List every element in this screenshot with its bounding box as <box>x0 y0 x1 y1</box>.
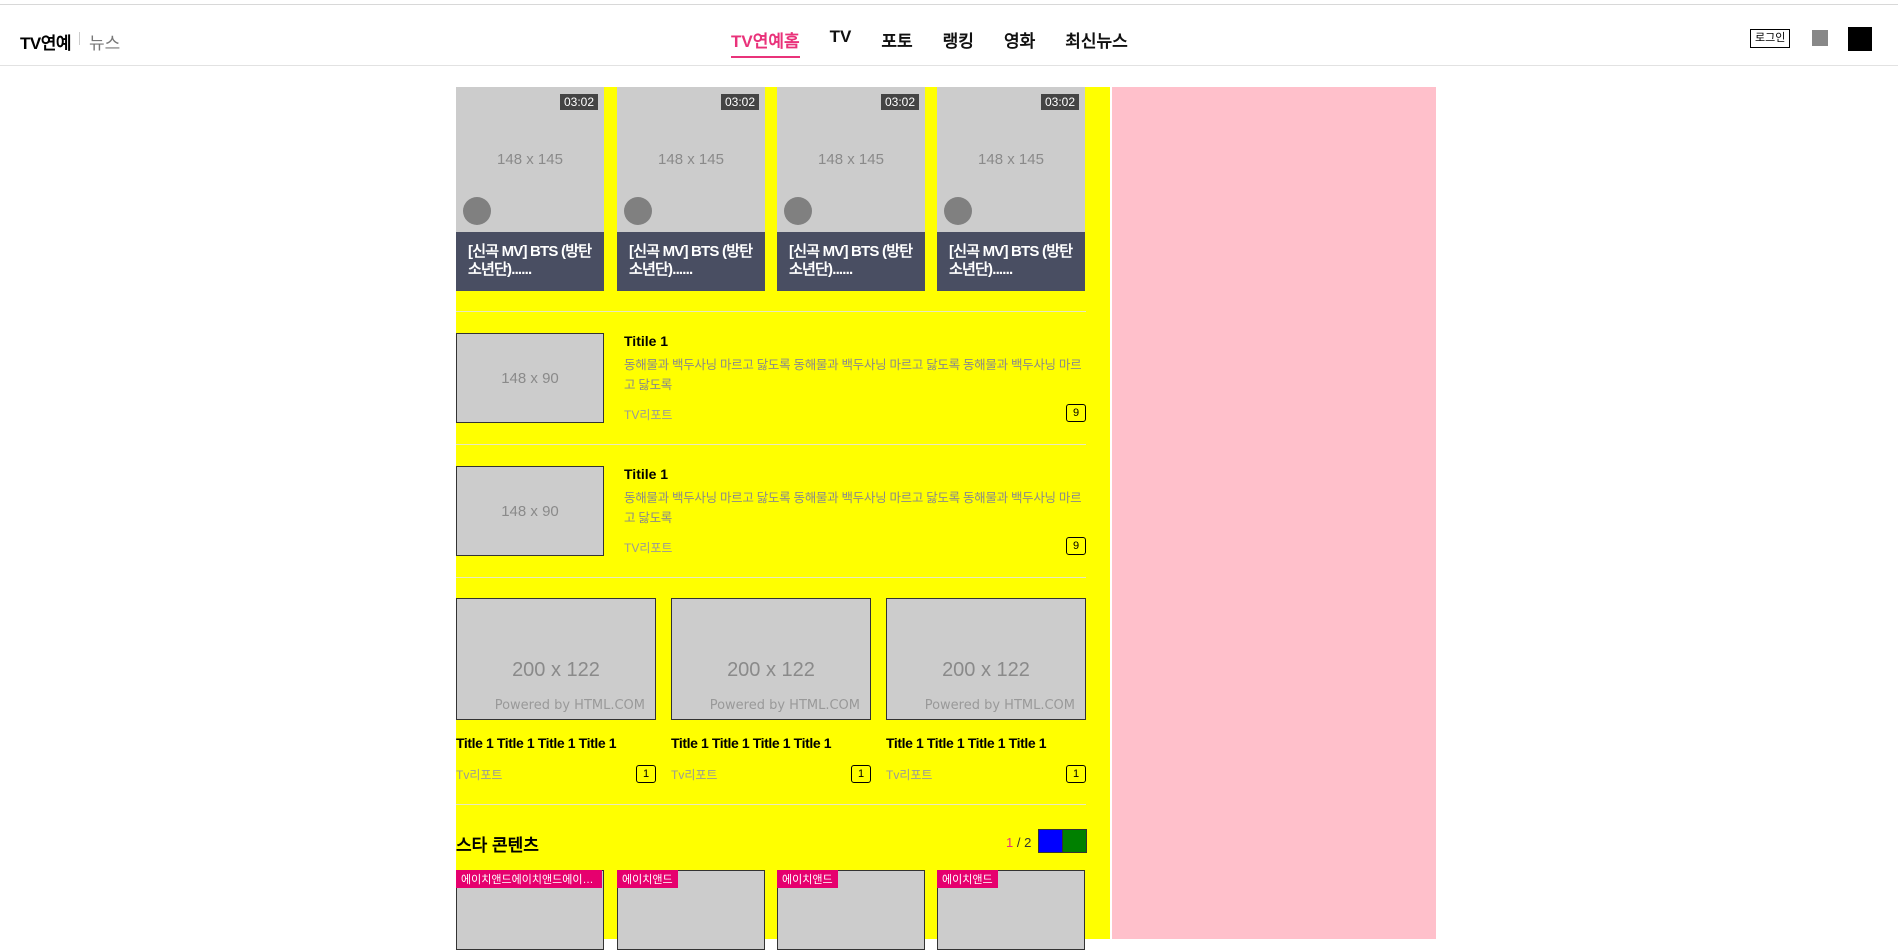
grid-card[interactable]: 200 x 122 Powered by HTML.COM Title 1 Ti… <box>456 598 656 788</box>
powered-by-label: Powered by HTML.COM <box>924 698 1075 713</box>
black-square-icon[interactable] <box>1848 27 1872 51</box>
brand-logo[interactable]: TV연예 <box>20 29 72 54</box>
grid-card-title[interactable]: Title 1 Title 1 Title 1 Title 1 <box>886 735 1046 751</box>
list-item-description: 동해물과 백두사닝 마르고 닳도록 동해물과 백두사닝 마르고 닳도록 동해물과… <box>624 491 1082 525</box>
nav-tab-home[interactable]: TV연예홈 <box>731 27 800 58</box>
next-page-button[interactable] <box>1062 829 1087 853</box>
list-thumbnail: 148 x 90 <box>456 466 604 556</box>
nav-tab-movie[interactable]: 영화 <box>1004 27 1035 58</box>
list-thumbnail: 148 x 90 <box>456 333 604 423</box>
star-card-tag: 에이치앤드에이치앤드에이치앤드 <box>456 870 602 888</box>
brand-separator <box>79 32 80 45</box>
grid-card[interactable]: 200 x 122 Powered by HTML.COM Title 1 Ti… <box>886 598 1086 788</box>
main-nav: TV연예홈 TV 포토 랭킹 영화 최신뉴스 <box>731 27 1158 58</box>
video-duration: 03:02 <box>1040 94 1079 110</box>
site-header: TV연예 뉴스 TV연예홈 TV 포토 랭킹 영화 최신뉴스 로그인 <box>0 5 1898 66</box>
login-button[interactable]: 로그인 <box>1750 29 1791 48</box>
grid-card-source: Tv리포트 <box>671 768 718 782</box>
list-item[interactable]: 148 x 90 Titile 1 동해물과 백두사닝 마르고 닳도록 동해물과… <box>456 466 1086 556</box>
section-divider <box>456 444 1086 445</box>
powered-by-label: Powered by HTML.COM <box>494 698 645 713</box>
section-divider <box>456 311 1086 312</box>
play-icon[interactable] <box>463 197 491 225</box>
star-card[interactable]: 에이치앤드 <box>617 870 765 950</box>
prev-page-button[interactable] <box>1038 829 1063 853</box>
thumbnail-size-label: 200 x 122 <box>512 658 600 681</box>
star-card-tag: 에이치앤드 <box>937 870 998 888</box>
gray-square-icon[interactable] <box>1812 30 1828 46</box>
list-item-source: TV리포트 <box>624 408 673 422</box>
grid-card-title[interactable]: Title 1 Title 1 Title 1 Title 1 <box>671 735 831 751</box>
nav-tab-ranking[interactable]: 랭킹 <box>943 27 974 58</box>
nav-tab-tv[interactable]: TV <box>830 27 852 58</box>
nav-tab-latest-news[interactable]: 최신뉴스 <box>1065 27 1128 58</box>
video-card[interactable]: 148 x 145 03:02 [신곡 MV] BTS (방탄소년단).....… <box>937 87 1085 291</box>
comment-count-badge: 9 <box>1066 404 1086 422</box>
thumbnail-size-label: 200 x 122 <box>942 658 1030 681</box>
video-caption: [신곡 MV] BTS (방탄소년단)...... <box>937 232 1085 291</box>
play-icon[interactable] <box>784 197 812 225</box>
grid-card-source: Tv리포트 <box>456 768 503 782</box>
list-item-title[interactable]: Titile 1 <box>624 333 668 349</box>
section-divider <box>456 577 1086 578</box>
grid-card[interactable]: 200 x 122 Powered by HTML.COM Title 1 Ti… <box>671 598 871 788</box>
thumbnail-size-label: 200 x 122 <box>727 658 815 681</box>
play-icon[interactable] <box>624 197 652 225</box>
video-duration: 03:02 <box>880 94 919 110</box>
list-item-description: 동해물과 백두사닝 마르고 닳도록 동해물과 백두사닝 마르고 닳도록 동해물과… <box>624 358 1082 392</box>
video-caption: [신곡 MV] BTS (방탄소년단)...... <box>456 232 604 291</box>
comment-count-badge: 9 <box>1066 537 1086 555</box>
comment-count-badge: 1 <box>1066 765 1086 783</box>
star-card-tag: 에이치앤드 <box>777 870 838 888</box>
star-card[interactable]: 에이치앤드 <box>937 870 1085 950</box>
star-pager: 1 / 2 <box>1006 835 1031 850</box>
grid-thumbnail: 200 x 122 Powered by HTML.COM <box>671 598 871 720</box>
powered-by-label: Powered by HTML.COM <box>709 698 860 713</box>
list-item[interactable]: 148 x 90 Titile 1 동해물과 백두사닝 마르고 닳도록 동해물과… <box>456 333 1086 423</box>
star-contents-heading: 스타 콘텐츠 <box>456 836 539 855</box>
grid-thumbnail: 200 x 122 Powered by HTML.COM <box>886 598 1086 720</box>
video-card[interactable]: 148 x 145 03:02 [신곡 MV] BTS (방탄소년단).....… <box>617 87 765 291</box>
video-caption: [신곡 MV] BTS (방탄소년단)...... <box>617 232 765 291</box>
star-card[interactable]: 에이치앤드 <box>777 870 925 950</box>
star-card[interactable]: 에이치앤드에이치앤드에이치앤드 <box>456 870 604 950</box>
video-card[interactable]: 148 x 145 03:02 [신곡 MV] BTS (방탄소년단).....… <box>456 87 604 291</box>
comment-count-badge: 1 <box>636 765 656 783</box>
video-card[interactable]: 148 x 145 03:02 [신곡 MV] BTS (방탄소년단).....… <box>777 87 925 291</box>
list-item-source: TV리포트 <box>624 541 673 555</box>
video-duration: 03:02 <box>720 94 759 110</box>
comment-count-badge: 1 <box>851 765 871 783</box>
nav-tab-photo[interactable]: 포토 <box>881 27 912 58</box>
play-icon[interactable] <box>944 197 972 225</box>
side-panel <box>1112 87 1436 939</box>
star-card-tag: 에이치앤드 <box>617 870 678 888</box>
section-divider <box>456 804 1086 805</box>
grid-thumbnail: 200 x 122 Powered by HTML.COM <box>456 598 656 720</box>
video-caption: [신곡 MV] BTS (방탄소년단)...... <box>777 232 925 291</box>
pager-total: / 2 <box>1013 835 1032 850</box>
grid-card-title[interactable]: Title 1 Title 1 Title 1 Title 1 <box>456 735 616 751</box>
video-duration: 03:02 <box>559 94 598 110</box>
list-item-title[interactable]: Titile 1 <box>624 466 668 482</box>
main-content: 148 x 145 03:02 [신곡 MV] BTS (방탄소년단).....… <box>456 87 1110 950</box>
grid-card-source: Tv리포트 <box>886 768 933 782</box>
brand-sub-link[interactable]: 뉴스 <box>89 29 120 54</box>
